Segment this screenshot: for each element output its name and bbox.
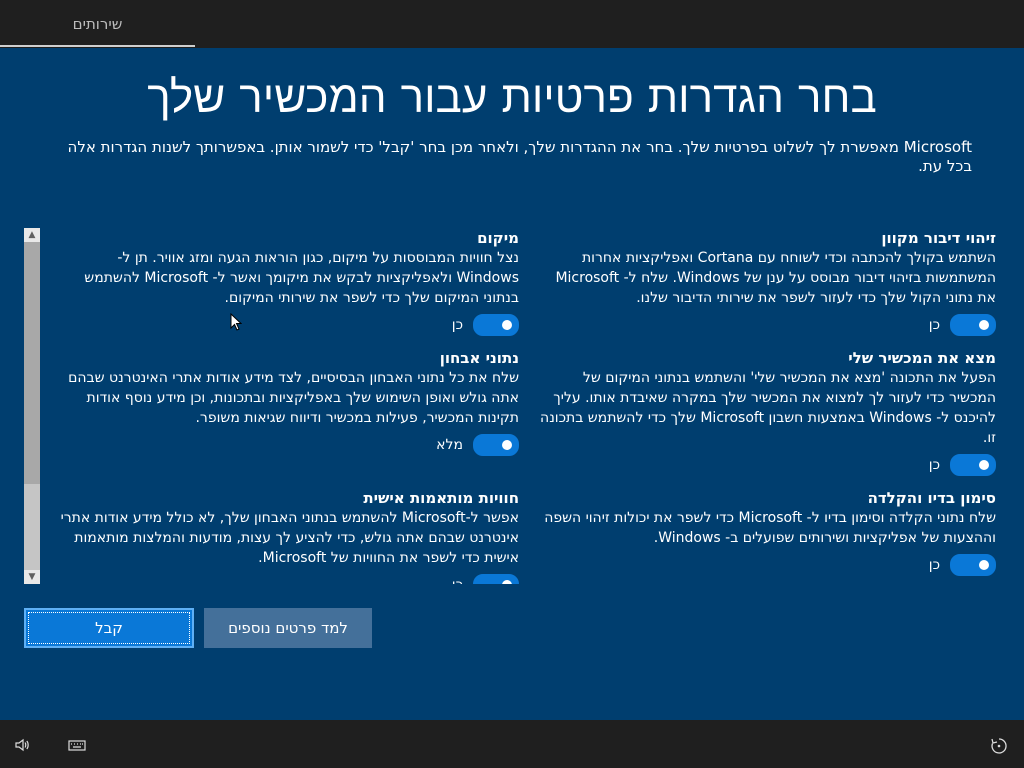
- setting-title: חוויות מותאמות אישית: [363, 489, 519, 507]
- learn-more-button[interactable]: למד פרטים נוספים: [204, 608, 372, 648]
- location-toggle[interactable]: [473, 314, 519, 336]
- tab-services[interactable]: שירותים: [0, 0, 195, 46]
- top-bar: שירותים: [0, 0, 1024, 48]
- scrollbar[interactable]: ▲ ▼: [24, 228, 40, 584]
- scroll-down-icon[interactable]: ▼: [24, 570, 40, 584]
- settings-list[interactable]: ▲ ▼ זיהוי דיבור מקוון השתמש בקולך להכתבה…: [24, 228, 999, 584]
- toggle-label: מלא: [436, 437, 463, 453]
- online-speech-toggle[interactable]: [950, 314, 996, 336]
- setting-description: הפעל את התכונה 'מצא את המכשיר שלי' והשתמ…: [540, 370, 996, 446]
- find-my-device-toggle[interactable]: [950, 454, 996, 476]
- setting-inking-typing: סימון בדיו והקלדה שלח נתוני הקלדה וסימון…: [534, 488, 996, 576]
- tailored-experiences-toggle[interactable]: [473, 574, 519, 584]
- inking-typing-toggle[interactable]: [950, 554, 996, 576]
- mouse-cursor-icon: [230, 312, 243, 335]
- setting-tailored-experiences: חוויות מותאמות אישית אפשר ל-Microsoft לה…: [54, 488, 519, 584]
- toggle-label: כן: [928, 457, 940, 473]
- setting-title: סימון בדיו והקלדה: [867, 489, 996, 507]
- accept-button[interactable]: קבל: [24, 608, 194, 648]
- toggle-label: כן: [451, 317, 463, 333]
- page-subtitle: Microsoft מאפשרת לך לשלוט בפרטיות שלך. ב…: [67, 138, 972, 175]
- setting-title: מיקום: [477, 229, 519, 247]
- diagnostics-toggle[interactable]: [473, 434, 519, 456]
- toggle-label: כן: [452, 577, 463, 584]
- setting-location: מיקום נצל חוויות המבוססות על מיקום, כגון…: [54, 228, 519, 336]
- setting-title: מצא את המכשיר שלי: [848, 349, 996, 367]
- setting-title: נתוני אבחון: [439, 349, 519, 367]
- page-title: בחר הגדרות פרטיות עבור המכשיר שלך: [147, 72, 877, 123]
- keyboard-icon[interactable]: [68, 737, 86, 753]
- setting-title: זיהוי דיבור מקוון: [881, 229, 996, 247]
- scroll-thumb[interactable]: [24, 242, 40, 484]
- bottom-bar: [0, 720, 1024, 768]
- setting-description: נצל חוויות המבוססות על מיקום, כגון הוראו…: [84, 250, 519, 306]
- toggle-label: כן: [928, 557, 940, 573]
- setting-find-my-device: מצא את המכשיר שלי הפעל את התכונה 'מצא את…: [534, 348, 996, 476]
- tab-underline: [0, 45, 195, 47]
- ease-of-access-icon[interactable]: [990, 737, 1007, 754]
- setting-online-speech: זיהוי דיבור מקוון השתמש בקולך להכתבה וכד…: [534, 228, 996, 336]
- setting-description: השתמש בקולך להכתבה וכדי לשוחח עם Cortana…: [555, 250, 996, 306]
- toggle-label: כן: [928, 317, 940, 333]
- setting-description: אפשר ל-Microsoft להשתמש בנתוני האבחון של…: [60, 510, 519, 566]
- volume-icon[interactable]: [14, 737, 30, 753]
- setting-description: שלח את כל נתוני האבחון הבסיסיים, לצד מיד…: [68, 370, 519, 426]
- setting-diagnostics: נתוני אבחון שלח את כל נתוני האבחון הבסיס…: [54, 348, 519, 456]
- setting-description: שלח נתוני הקלדה וסימון בדיו ל- Microsoft…: [544, 510, 996, 546]
- scroll-up-icon[interactable]: ▲: [24, 228, 40, 242]
